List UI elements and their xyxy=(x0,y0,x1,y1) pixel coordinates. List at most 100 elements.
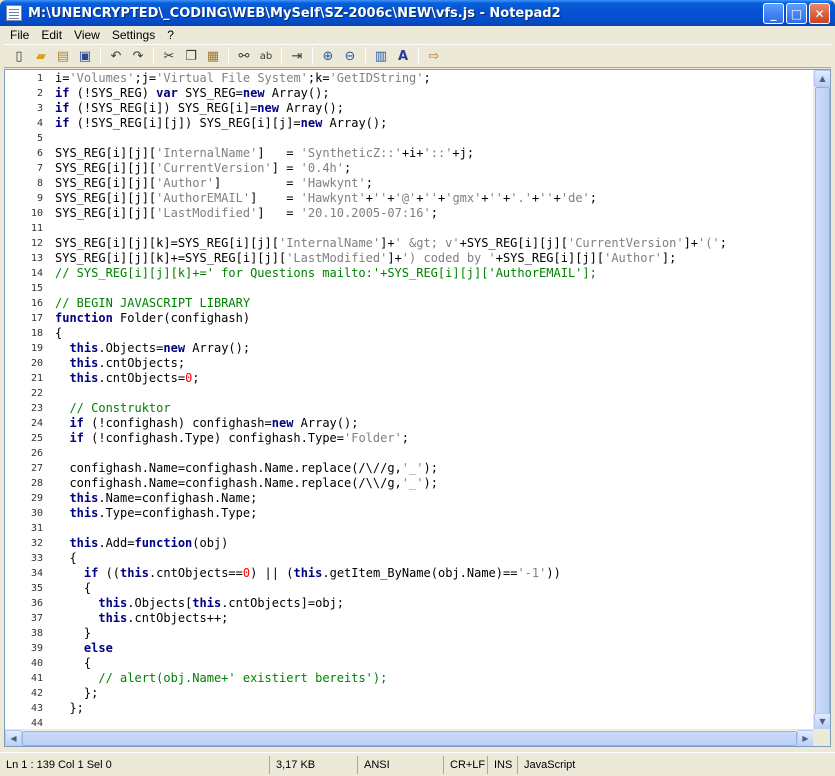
code-line[interactable]: SYS_REG[i][j][k]=SYS_REG[i][j]['Internal… xyxy=(55,236,727,251)
code-line[interactable]: this.cntObjects++; xyxy=(55,611,727,626)
replace-icon[interactable]: ab xyxy=(255,45,277,67)
line-number: 35 xyxy=(30,583,43,594)
exit-icon[interactable]: ⇨ xyxy=(423,45,445,67)
title-bar[interactable]: M:\UNENCRYPTED\_CODING\WEB\MySelf\SZ-200… xyxy=(0,0,835,26)
status-encoding[interactable]: ANSI xyxy=(358,755,444,774)
maximize-button[interactable]: □ xyxy=(786,3,807,24)
code-line[interactable]: SYS_REG[i][j]['AuthorEMAIL'] = 'Hawkynt'… xyxy=(55,191,727,206)
code-line[interactable]: if (!SYS_REG) var SYS_REG=new Array(); xyxy=(55,86,727,101)
code-line[interactable] xyxy=(55,131,727,146)
code-line[interactable]: // SYS_REG[i][j][k]+=' for Questions mai… xyxy=(55,266,727,281)
line-number: 22 xyxy=(30,388,43,399)
line-number: 17 xyxy=(30,313,43,324)
status-file-size: 3,17 KB xyxy=(270,755,358,774)
close-button[interactable]: ✕ xyxy=(809,3,830,24)
code-line[interactable] xyxy=(55,446,727,461)
find-icon[interactable]: ⚯ xyxy=(233,45,255,67)
code-view[interactable]: i='Volumes';j='Virtual File System';k='G… xyxy=(55,70,815,730)
code-line[interactable]: SYS_REG[i][j]['InternalName'] = 'Synthet… xyxy=(55,146,727,161)
new-file-icon[interactable]: ▯ xyxy=(8,45,30,67)
line-number: 3 xyxy=(36,103,43,114)
vertical-scrollbar[interactable]: ▲ ▼ xyxy=(813,70,830,730)
open-folder-icon[interactable]: ▰ xyxy=(30,45,52,67)
code-line[interactable]: if (!SYS_REG[i]) SYS_REG[i]=new Array(); xyxy=(55,101,727,116)
horizontal-scroll-thumb[interactable] xyxy=(22,731,797,746)
code-line[interactable]: }; xyxy=(55,686,727,701)
browse-icon[interactable]: ▤ xyxy=(52,45,74,67)
code-line[interactable]: // BEGIN JAVASCRIPT LIBRARY xyxy=(55,296,727,311)
minimize-button[interactable]: _ xyxy=(763,3,784,24)
scroll-up-button[interactable]: ▲ xyxy=(814,70,830,87)
status-line-endings[interactable]: CR+LF xyxy=(444,755,488,774)
code-line[interactable]: if (!confighash) confighash=new Array(); xyxy=(55,416,727,431)
scroll-corner xyxy=(813,729,830,746)
scroll-right-button[interactable]: ▶ xyxy=(797,730,814,746)
vertical-scroll-thumb[interactable] xyxy=(815,87,830,727)
code-line[interactable]: { xyxy=(55,326,727,341)
code-line[interactable]: SYS_REG[i][j]['Author'] = 'Hawkynt'; xyxy=(55,176,727,191)
code-line[interactable] xyxy=(55,281,727,296)
menu-view[interactable]: View xyxy=(68,28,106,42)
toolbar-separator xyxy=(365,47,366,65)
copy-icon[interactable]: ❐ xyxy=(180,45,202,67)
code-line[interactable]: this.Objects=new Array(); xyxy=(55,341,727,356)
line-number: 14 xyxy=(30,268,43,279)
zoom-out-icon[interactable]: ⊖ xyxy=(339,45,361,67)
save-icon[interactable]: ▣ xyxy=(74,45,96,67)
code-line[interactable]: if ((this.cntObjects==0) || (this.getIte… xyxy=(55,566,727,581)
code-line[interactable] xyxy=(55,716,727,730)
paste-icon[interactable]: ▦ xyxy=(202,45,224,67)
notepad-app-icon[interactable] xyxy=(6,5,22,21)
code-line[interactable]: this.Name=confighash.Name; xyxy=(55,491,727,506)
code-line[interactable]: } xyxy=(55,626,727,641)
code-line[interactable] xyxy=(55,521,727,536)
menu-file[interactable]: File xyxy=(4,28,35,42)
code-line[interactable]: // Construktor xyxy=(55,401,727,416)
horizontal-scrollbar[interactable]: ◀ ▶ xyxy=(5,729,814,746)
status-insert-mode[interactable]: INS xyxy=(488,755,518,774)
code-line[interactable]: this.Objects[this.cntObjects]=obj; xyxy=(55,596,727,611)
line-number: 25 xyxy=(30,433,43,444)
code-line[interactable]: confighash.Name=confighash.Name.replace(… xyxy=(55,461,727,476)
toolbar-separator xyxy=(281,47,282,65)
code-line[interactable]: { xyxy=(55,656,727,671)
redo-icon[interactable]: ↷ xyxy=(127,45,149,67)
code-line[interactable]: // alert(obj.Name+' existiert bereits'); xyxy=(55,671,727,686)
code-line[interactable]: this.Add=function(obj) xyxy=(55,536,727,551)
code-line[interactable]: if (!confighash.Type) confighash.Type='F… xyxy=(55,431,727,446)
zoom-in-icon[interactable]: ⊕ xyxy=(317,45,339,67)
code-line[interactable]: SYS_REG[i][j][k]+=SYS_REG[i][j]['LastMod… xyxy=(55,251,727,266)
code-line[interactable]: else xyxy=(55,641,727,656)
scroll-down-button[interactable]: ▼ xyxy=(814,713,830,730)
line-number: 7 xyxy=(36,163,43,174)
code-line[interactable]: function Folder(confighash) xyxy=(55,311,727,326)
scheme-icon[interactable]: ▥ xyxy=(370,45,392,67)
word-wrap-icon[interactable]: ⇥ xyxy=(286,45,308,67)
code-line[interactable]: this.cntObjects; xyxy=(55,356,727,371)
line-number: 26 xyxy=(30,448,43,459)
code-line[interactable]: i='Volumes';j='Virtual File System';k='G… xyxy=(55,71,727,86)
code-line[interactable]: }; xyxy=(55,701,727,716)
menu-help[interactable]: ? xyxy=(161,28,180,42)
code-line[interactable]: SYS_REG[i][j]['CurrentVersion'] = '0.4h'… xyxy=(55,161,727,176)
line-number: 5 xyxy=(36,133,43,144)
code-line[interactable]: { xyxy=(55,581,727,596)
code-line[interactable]: if (!SYS_REG[i][j]) SYS_REG[i][j]=new Ar… xyxy=(55,116,727,131)
font-icon[interactable]: A xyxy=(392,45,414,67)
status-scheme[interactable]: JavaScript xyxy=(518,756,638,774)
undo-icon[interactable]: ↶ xyxy=(105,45,127,67)
menu-settings[interactable]: Settings xyxy=(106,28,161,42)
menu-edit[interactable]: Edit xyxy=(35,28,68,42)
code-line[interactable]: this.Type=confighash.Type; xyxy=(55,506,727,521)
code-line[interactable]: this.cntObjects=0; xyxy=(55,371,727,386)
editor-area[interactable]: 1 2 3 4 5 6 7 8 9 10 11 12 13 14 15 16 17 18 19 20 21 22 23 24 2… xyxy=(4,69,831,747)
code-line[interactable]: SYS_REG[i][j]['LastModified'] = '20.10.2… xyxy=(55,206,727,221)
cut-icon[interactable]: ✂ xyxy=(158,45,180,67)
code-line[interactable] xyxy=(55,386,727,401)
code-line[interactable]: confighash.Name=confighash.Name.replace(… xyxy=(55,476,727,491)
line-number: 27 xyxy=(30,463,43,474)
line-number: 11 xyxy=(30,223,43,234)
code-line[interactable] xyxy=(55,221,727,236)
code-line[interactable]: { xyxy=(55,551,727,566)
scroll-left-button[interactable]: ◀ xyxy=(5,730,22,746)
